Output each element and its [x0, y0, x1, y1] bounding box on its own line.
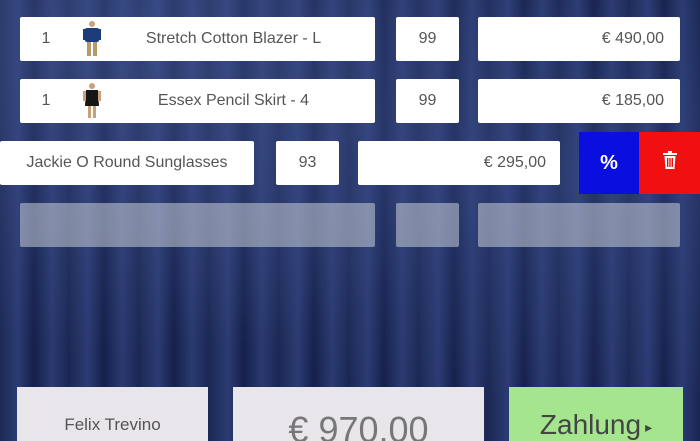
pay-label: Zahlung — [539, 409, 642, 440]
selected-item-price[interactable]: € 295,00 — [358, 141, 560, 185]
discount-label: % — [600, 151, 618, 174]
pay-button[interactable]: Zahlung ▸ — [509, 387, 683, 441]
customer-name: Felix Trevino — [64, 415, 161, 434]
item-price-value: € 185,00 — [601, 92, 664, 109]
play-arrow-icon: ▸ — [645, 419, 653, 435]
selected-item-qty-value: 93 — [298, 154, 317, 171]
empty-item-qty-slot — [396, 203, 459, 247]
item-price-value: € 490,00 — [601, 30, 664, 47]
total-display: € 970,00 — [233, 387, 484, 441]
total-amount: € 970,00 — [288, 409, 429, 441]
empty-item-name-slot — [20, 203, 375, 247]
cart-item-name-row[interactable]: 1 Stretch Cotton Blazer - L — [20, 17, 375, 61]
item-qty[interactable]: 99 — [396, 79, 459, 123]
delete-button[interactable] — [639, 132, 700, 194]
customer-button[interactable]: Felix Trevino — [17, 387, 208, 441]
trash-icon — [662, 151, 678, 175]
skirt-product-image — [72, 81, 112, 121]
item-price[interactable]: € 490,00 — [478, 17, 680, 61]
item-name: Essex Pencil Skirt - 4 — [157, 92, 310, 109]
item-index: 1 — [41, 30, 51, 47]
item-qty-value: 99 — [418, 92, 437, 109]
cart-item-name-row[interactable]: 1 Essex Pencil Skirt - 4 — [20, 79, 375, 123]
selected-item-name-value: Jackie O Round Sunglasses — [26, 154, 228, 171]
empty-item-price-slot — [478, 203, 680, 247]
item-index: 1 — [41, 92, 51, 109]
item-qty-value: 99 — [418, 30, 437, 47]
selected-item-name[interactable]: Jackie O Round Sunglasses — [0, 141, 254, 185]
discount-button[interactable]: % — [579, 132, 639, 194]
selected-item-qty[interactable]: 93 — [276, 141, 339, 185]
item-qty[interactable]: 99 — [396, 17, 459, 61]
item-name: Stretch Cotton Blazer - L — [145, 30, 322, 47]
selected-item-price-value: € 295,00 — [483, 154, 546, 171]
item-price[interactable]: € 185,00 — [478, 79, 680, 123]
blazer-product-image — [72, 19, 112, 59]
